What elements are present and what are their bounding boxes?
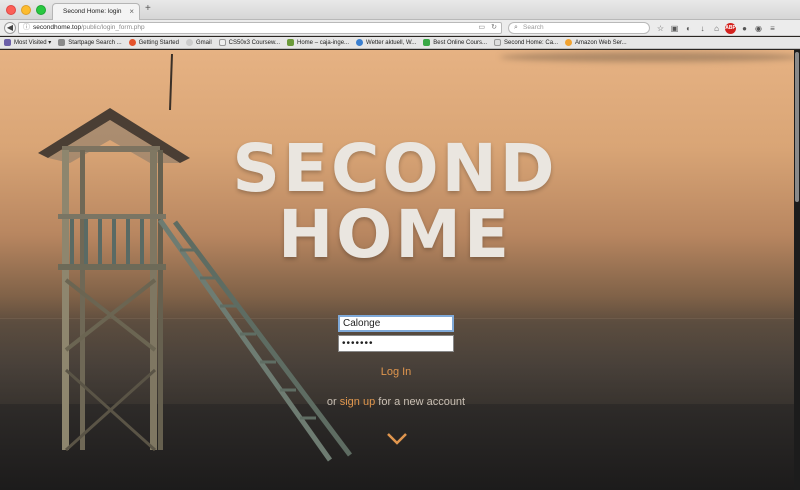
bookmarks-toolbar: Most Visited ▾ Startpage Search ... Gett… [0, 37, 800, 49]
google-icon [185, 39, 193, 46]
bookmark-star-icon[interactable]: ☆ [655, 23, 666, 34]
page-icon [218, 39, 226, 46]
amazon-icon [565, 39, 573, 46]
reader-view-icon[interactable]: ▭ [478, 23, 485, 33]
login-button[interactable]: Log In [366, 366, 426, 378]
extension-icon[interactable]: ◉ [753, 23, 764, 34]
url-path: /public/login_form.php [81, 24, 145, 31]
bookmark-item[interactable]: Home – caja-inge... [287, 39, 349, 46]
bookmark-item[interactable]: Getting Started [128, 39, 179, 46]
signup-link[interactable]: sign up [340, 396, 375, 408]
downloads-icon[interactable]: ↓ [697, 23, 708, 34]
scrollbar-thumb[interactable] [795, 52, 799, 202]
logo-line-2: HOME [277, 196, 513, 273]
chat-icon[interactable]: ● [739, 23, 750, 34]
bookmark-item[interactable]: Second Home: Ca... [494, 39, 558, 46]
search-icon: ⌕ [514, 24, 518, 31]
weather-icon [356, 39, 364, 46]
window-minimize-button[interactable] [21, 5, 31, 15]
url-text: secondhome.top/public/login_form.php [33, 23, 145, 33]
bookmark-item[interactable]: Startpage Search ... [58, 39, 122, 46]
reload-icon[interactable]: ↻ [491, 23, 497, 33]
bookmark-folder-icon [4, 39, 11, 46]
window-close-button[interactable] [6, 5, 16, 15]
toolbar-icons: ☆ ▣ ◐ ↓ ⌂ ABP ● ◉ ≡ [655, 21, 778, 35]
browser-tab[interactable]: Second Home: login × [52, 3, 140, 20]
window-maximize-button[interactable] [36, 5, 46, 15]
hamburger-menu-icon[interactable]: ≡ [767, 23, 778, 34]
logo-line-1: SECOND [232, 130, 558, 207]
search-bar[interactable]: ⌕ Search [508, 22, 650, 34]
site-logo: SECOND HOME [200, 136, 590, 268]
bookmark-item[interactable]: Amazon Web Ser... [565, 39, 627, 46]
firefox-icon [128, 39, 136, 46]
url-host: secondhome.top [33, 24, 82, 31]
signup-prefix: or [326, 396, 340, 408]
signup-suffix: for a new account [375, 396, 466, 408]
new-tab-button[interactable]: + [145, 3, 151, 14]
home-icon[interactable]: ⌂ [711, 23, 722, 34]
navigation-toolbar: ◀ ⓘ secondhome.top/public/login_form.php… [0, 20, 800, 36]
leaf-icon [287, 39, 295, 46]
browser-titlebar: Second Home: login × + [0, 0, 800, 20]
page-scrollbar[interactable] [794, 50, 800, 490]
address-bar[interactable]: ⓘ secondhome.top/public/login_form.php ▭… [18, 22, 502, 34]
bookmark-item[interactable]: CS50x3 Coursew... [218, 39, 280, 46]
bookmark-item[interactable]: Most Visited ▾ [4, 39, 51, 46]
bookmarks-menu-icon[interactable]: ▣ [669, 23, 680, 34]
username-field[interactable]: Calonge [338, 315, 454, 332]
site-info-icon[interactable]: ⓘ [23, 23, 30, 33]
signup-prompt: or sign up for a new account [310, 396, 482, 408]
password-field[interactable]: ••••••• [338, 335, 454, 352]
chevron-down-icon[interactable] [386, 432, 408, 446]
tab-close-icon[interactable]: × [129, 7, 134, 16]
page-icon [494, 39, 501, 46]
bookmark-item[interactable]: Wetter aktuell, W... [356, 39, 416, 46]
bookmark-favicon-icon [58, 39, 66, 46]
pocket-icon[interactable]: ◐ [683, 23, 694, 34]
page-content: SECOND HOME Calonge ••••••• Log In or si… [0, 50, 794, 490]
tab-title: Second Home: login [63, 8, 122, 15]
bookmark-item[interactable]: Gmail [185, 39, 212, 46]
back-arrow-icon[interactable]: ◀ [4, 22, 16, 34]
udacity-icon [423, 39, 431, 46]
search-input[interactable]: Search [523, 23, 544, 33]
adblock-icon[interactable]: ABP [725, 22, 736, 34]
bookmark-item[interactable]: Best Online Cours... [423, 39, 487, 46]
